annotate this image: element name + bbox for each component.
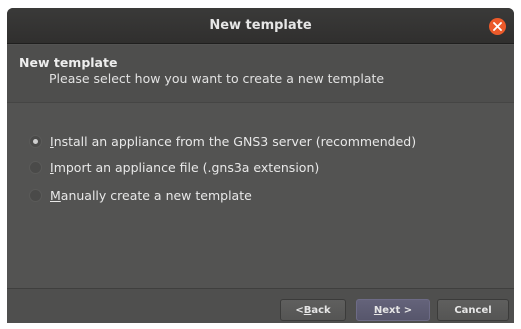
- option-label: Manually create a new template: [50, 187, 252, 203]
- radio-button[interactable]: [29, 160, 42, 174]
- next-button[interactable]: Next >: [356, 299, 430, 321]
- option-manually-create[interactable]: Manually create a new template: [29, 186, 252, 204]
- close-icon: [493, 22, 502, 31]
- header-subtitle: Please select how you want to create a n…: [49, 71, 385, 86]
- close-button[interactable]: [489, 18, 506, 35]
- wizard-header: New template Please select how you want …: [7, 45, 514, 103]
- back-button[interactable]: < Back: [280, 299, 346, 321]
- option-install-from-server[interactable]: Install an appliance from the GNS3 serve…: [29, 132, 416, 150]
- header-title: New template: [19, 55, 118, 70]
- cancel-button[interactable]: Cancel: [437, 299, 509, 321]
- dialog-window: New template New template Please select …: [7, 8, 514, 323]
- option-label: Import an appliance file (.gns3a extensi…: [50, 159, 320, 175]
- option-label: Install an appliance from the GNS3 serve…: [50, 133, 417, 149]
- window-title: New template: [209, 18, 312, 33]
- radio-button[interactable]: [29, 188, 42, 202]
- title-bar[interactable]: New template: [7, 8, 514, 44]
- wizard-body: Install an appliance from the GNS3 serve…: [7, 104, 514, 288]
- button-bar: < Back Next > Cancel: [7, 289, 514, 323]
- option-import-appliance-file[interactable]: Import an appliance file (.gns3a extensi…: [29, 158, 319, 176]
- radio-button[interactable]: [29, 134, 42, 148]
